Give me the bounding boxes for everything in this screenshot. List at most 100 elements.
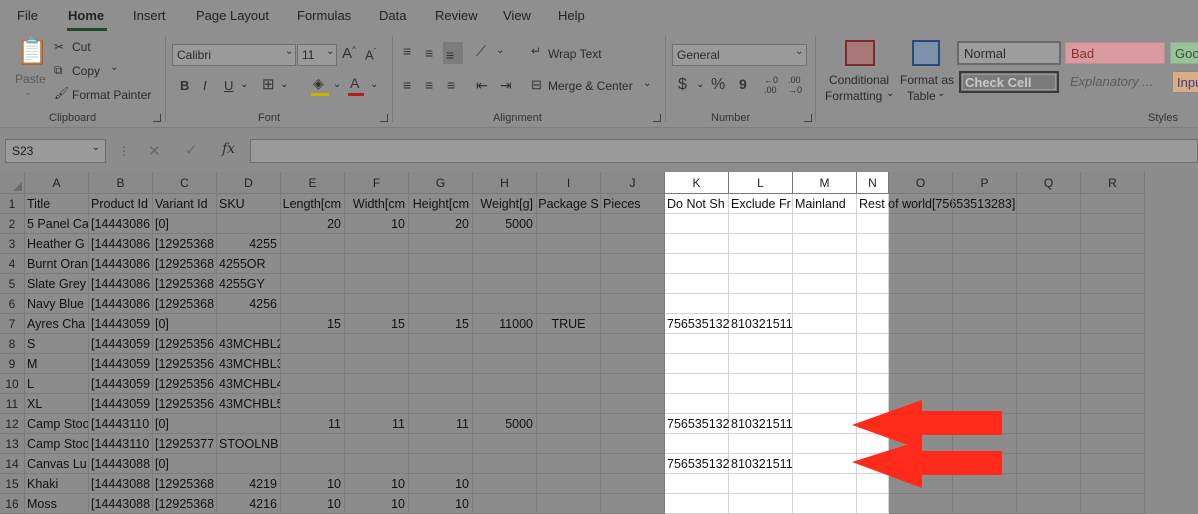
cell-m14[interactable] [793,454,857,474]
cell-j16[interactable] [601,494,665,514]
cell-m11[interactable] [793,394,857,414]
cell-a5[interactable]: Slate Grey [25,274,89,294]
cell-a3[interactable]: Heather G [25,234,89,254]
fill-color-icon[interactable]: ◈ [313,76,324,90]
copy-button[interactable]: Copy [72,64,100,78]
cell-n6[interactable] [857,294,889,314]
cell-h5[interactable] [473,274,537,294]
cell-f3[interactable] [345,234,409,254]
cell-b11[interactable]: [14443059 [89,394,153,414]
format-as-table-button[interactable]: Format as [900,73,954,87]
cell-a15[interactable]: Khaki [25,474,89,494]
alignment-launcher-icon[interactable] [653,114,661,122]
cell-d14[interactable] [217,454,281,474]
cell-j1[interactable]: Pieces [601,194,665,214]
cell-q8[interactable] [1017,334,1081,354]
cell-r14[interactable] [1081,454,1145,474]
merge-center-button[interactable]: Merge & Center [548,79,633,93]
column-header-h[interactable]: H [473,172,537,194]
cell-d5[interactable]: 4255GY [217,274,281,294]
cell-k13[interactable] [665,434,729,454]
cell-j8[interactable] [601,334,665,354]
cell-j14[interactable] [601,454,665,474]
conditional-formatting-label2[interactable]: Formatting [825,89,882,103]
cell-h14[interactable] [473,454,537,474]
column-header-b[interactable]: B [89,172,153,194]
cell-g15[interactable]: 10 [409,474,473,494]
cell-m10[interactable] [793,374,857,394]
cell-g9[interactable] [409,354,473,374]
cell-b4[interactable]: [14443086 [89,254,153,274]
cell-g3[interactable] [409,234,473,254]
cell-g12[interactable]: 11 [409,414,473,434]
cell-d16[interactable]: 4216 [217,494,281,514]
cell-o1[interactable] [889,194,953,214]
cell-r16[interactable] [1081,494,1145,514]
cell-f10[interactable] [345,374,409,394]
cell-l11[interactable] [729,394,793,414]
cell-b3[interactable]: [14443086 [89,234,153,254]
tab-file[interactable]: File [17,8,38,23]
cell-k12[interactable]: 75653513283 [665,414,743,434]
cell-e3[interactable] [281,234,345,254]
tab-insert[interactable]: Insert [133,8,166,23]
cell-m15[interactable] [793,474,857,494]
row-header[interactable]: 7 [0,314,25,334]
cell-r3[interactable] [1081,234,1145,254]
cell-i1[interactable]: Package S [537,194,601,214]
cell-c16[interactable]: [12925368 [153,494,217,514]
cell-i11[interactable] [537,394,601,414]
paste-button[interactable]: Paste [15,72,46,86]
cell-e12[interactable]: 11 [281,414,345,434]
cell-f6[interactable] [345,294,409,314]
cell-a7[interactable]: Ayres Cha [25,314,89,334]
align-center-icon[interactable]: ≡ [425,78,433,92]
cell-k7[interactable]: 75653513283 [665,314,743,334]
cell-m9[interactable] [793,354,857,374]
cancel-icon[interactable]: ✕ [148,142,161,160]
cell-d13[interactable]: STOOLNB [217,434,281,454]
cell-i7[interactable]: TRUE [537,314,601,334]
cell-k14[interactable]: 75653513283 [665,454,743,474]
percent-button[interactable]: % [711,77,725,93]
cell-q5[interactable] [1017,274,1081,294]
cell-o9[interactable] [889,354,953,374]
cell-h3[interactable] [473,234,537,254]
cell-a12[interactable]: Camp Stoo [25,414,89,434]
cell-k2[interactable] [665,214,729,234]
cell-p7[interactable] [953,314,1017,334]
decrease-indent-icon[interactable]: ⇤ [476,78,488,92]
cell-g1[interactable]: Height[cm [409,194,473,214]
cell-m3[interactable] [793,234,857,254]
cell-e9[interactable] [281,354,345,374]
currency-button[interactable]: $ [678,77,687,93]
chevron-down-icon[interactable]: ⌄ [643,78,651,89]
decrease-decimal-button[interactable]: .00 →0 [788,75,802,95]
cell-i2[interactable] [537,214,601,234]
column-header-c[interactable]: C [153,172,217,194]
cell-o5[interactable] [889,274,953,294]
cell-j5[interactable] [601,274,665,294]
column-header-k[interactable]: K [665,172,729,194]
cell-f13[interactable] [345,434,409,454]
cell-j9[interactable] [601,354,665,374]
clipboard-launcher-icon[interactable] [153,114,161,122]
cell-a4[interactable]: Burnt Oran [25,254,89,274]
cell-b16[interactable]: [14443088 [89,494,153,514]
cell-r15[interactable] [1081,474,1145,494]
cell-k11[interactable] [665,394,729,414]
cell-l16[interactable] [729,494,793,514]
cell-b12[interactable]: [14443110 [89,414,153,434]
cell-i4[interactable] [537,254,601,274]
enter-icon[interactable]: ✓ [185,141,198,159]
cell-g14[interactable] [409,454,473,474]
cell-h6[interactable] [473,294,537,314]
cell-r2[interactable] [1081,214,1145,234]
cell-e10[interactable] [281,374,345,394]
cell-o10[interactable] [889,374,953,394]
cell-a10[interactable]: L [25,374,89,394]
cell-e15[interactable]: 10 [281,474,345,494]
cell-p9[interactable] [953,354,1017,374]
cell-c5[interactable]: [12925368 [153,274,217,294]
column-header-i[interactable]: I [537,172,601,194]
